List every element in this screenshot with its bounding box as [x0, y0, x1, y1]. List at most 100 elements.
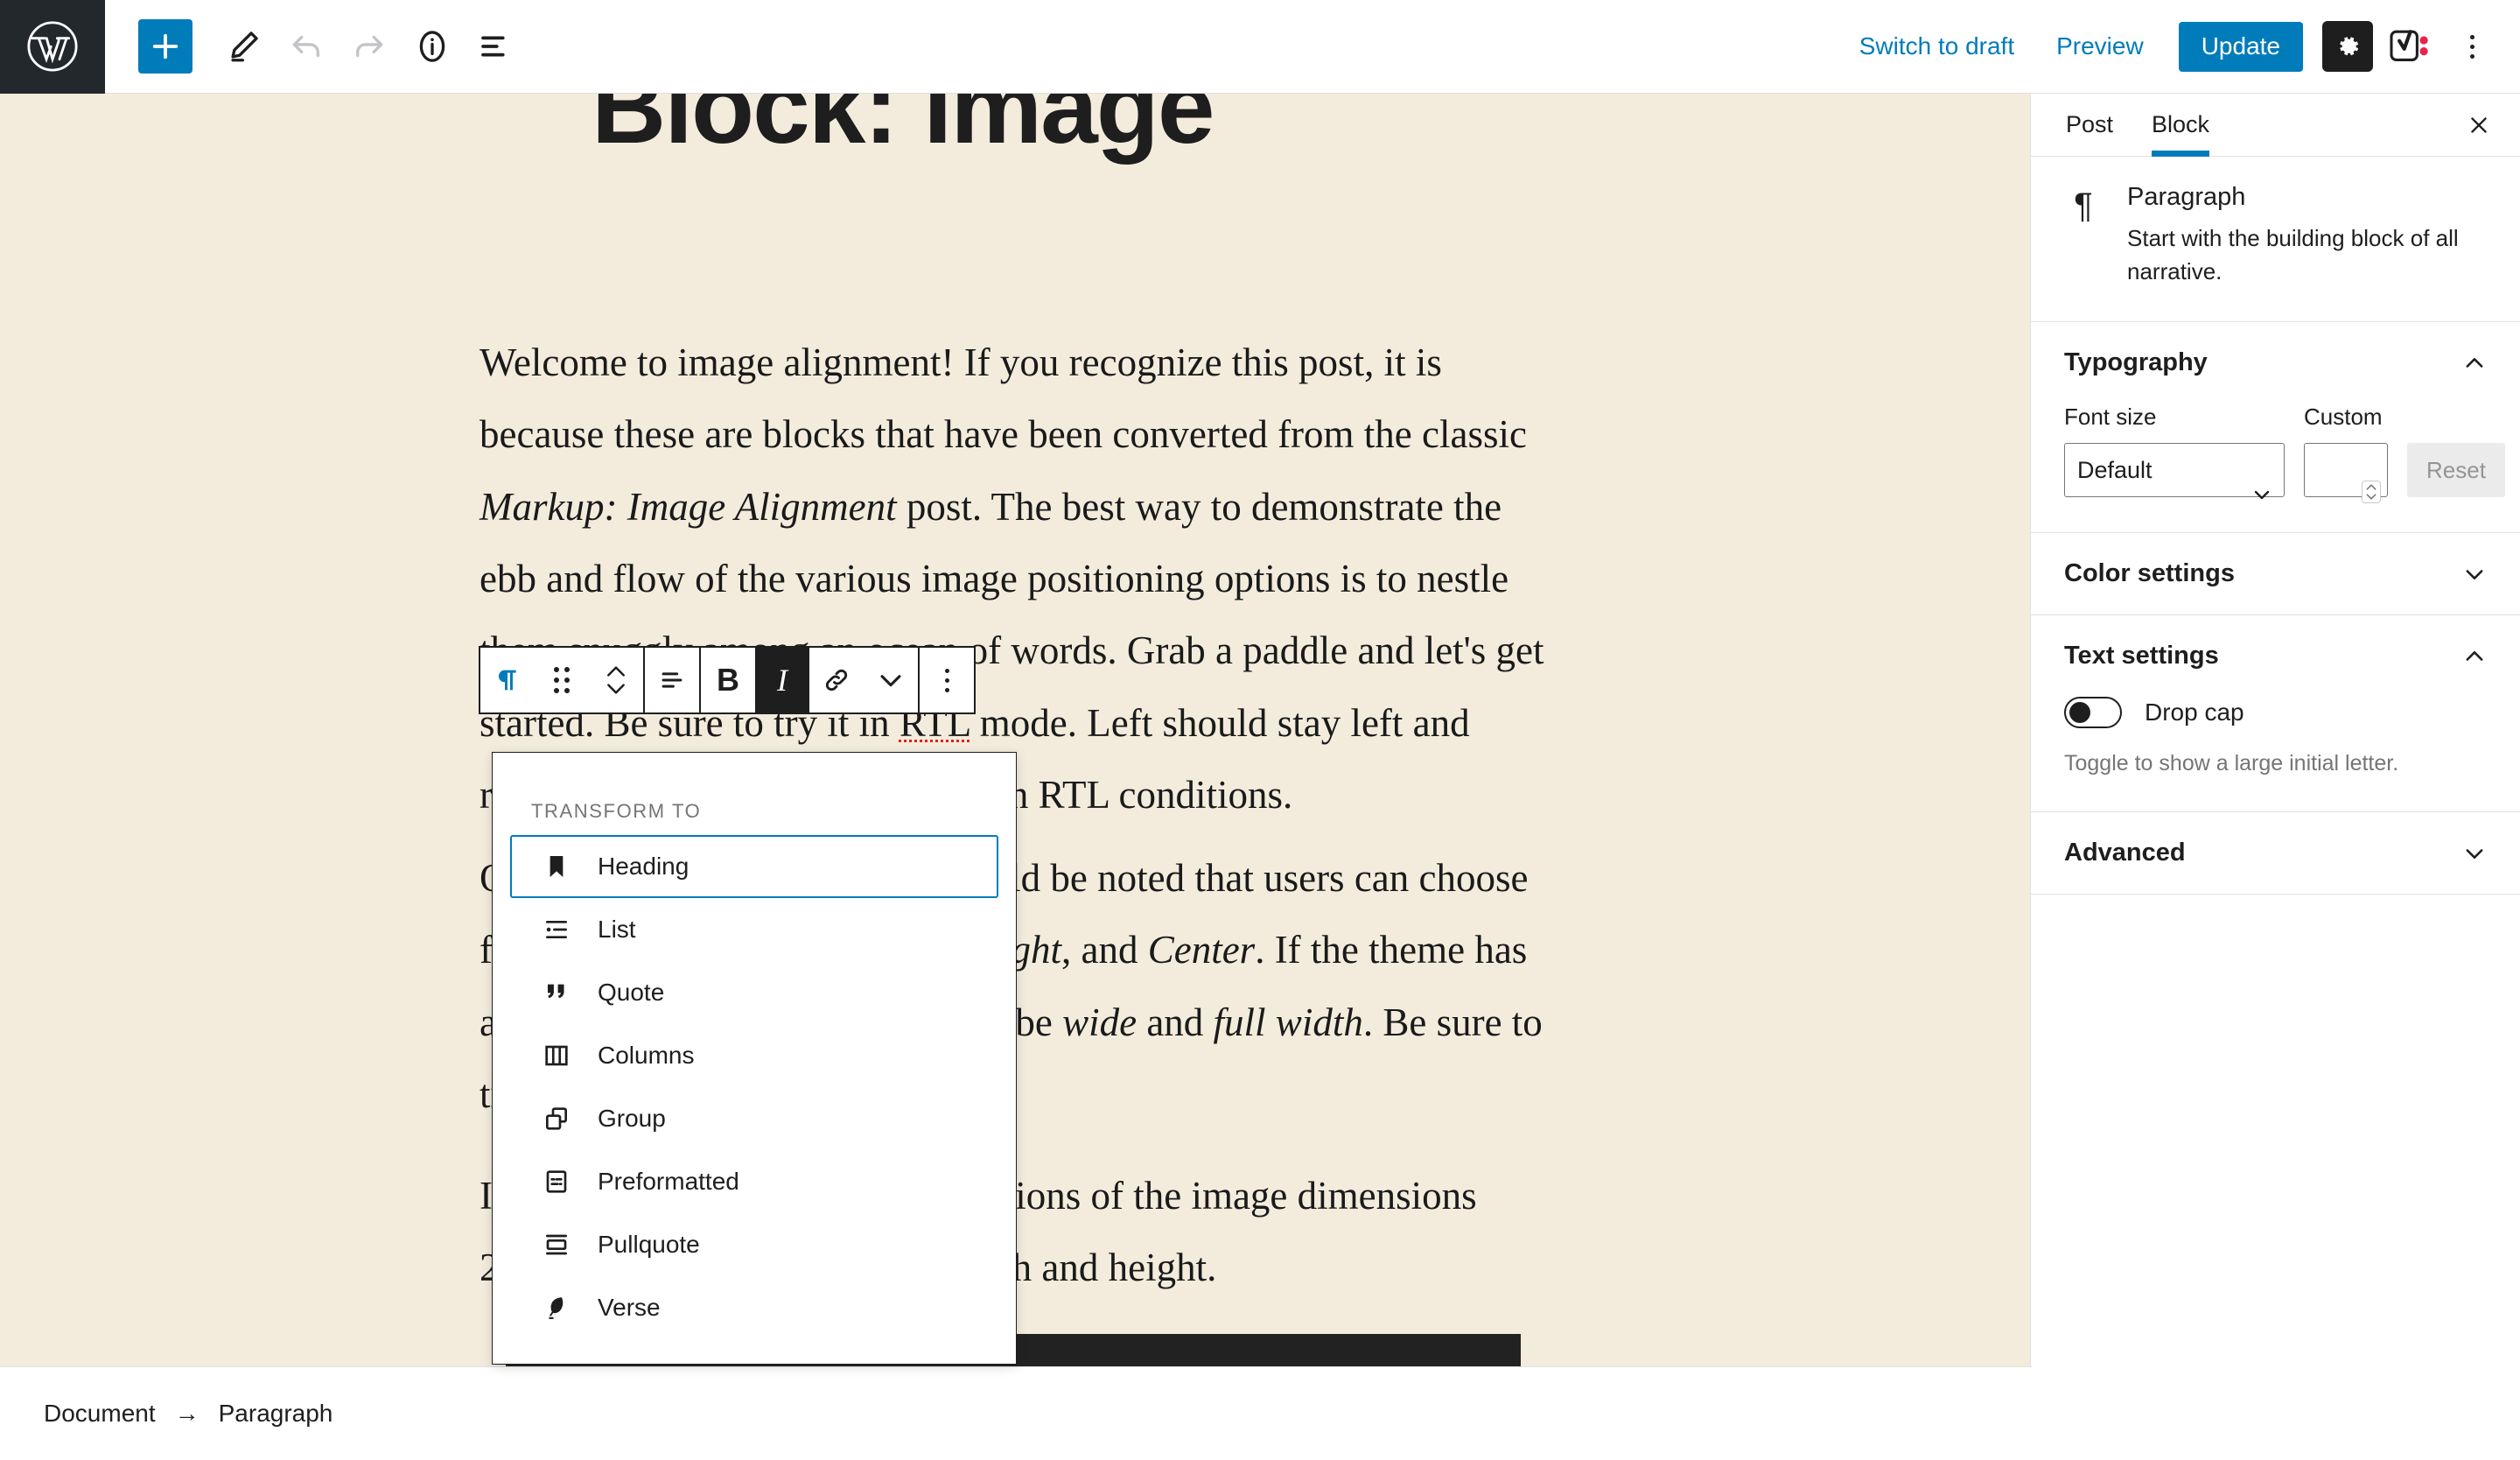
drop-cap-help-text: Toggle to show a large initial letter. — [2064, 751, 2399, 776]
transform-option-label: List — [598, 916, 636, 943]
link-icon — [825, 669, 848, 691]
transform-option-verse[interactable]: Verse — [510, 1276, 998, 1339]
chevron-up-icon — [2466, 357, 2483, 368]
pilcrow-icon — [498, 670, 516, 691]
panel-color-settings: Color settings — [2031, 533, 2520, 616]
drop-cap-toggle[interactable] — [2064, 697, 2122, 729]
font-size-field: Font size Default — [2064, 404, 2285, 500]
sidebar-tabs: Post Block — [2031, 94, 2520, 157]
list-view-button[interactable] — [464, 15, 527, 78]
quantity-stepper[interactable] — [2362, 480, 2381, 503]
switch-to-draft-button[interactable]: Switch to draft — [1838, 32, 2035, 60]
transform-to-label: TRANSFORM TO — [531, 800, 702, 822]
breadcrumb-separator: → — [174, 1400, 200, 1427]
transform-option-label: Verse — [598, 1294, 661, 1321]
link-button[interactable] — [809, 648, 864, 712]
ellipsis-vertical-icon[interactable] — [2446, 21, 2497, 72]
more-rich-text-button[interactable] — [864, 648, 918, 712]
tab-post[interactable]: Post — [2047, 94, 2132, 157]
edit-mode-button[interactable] — [212, 15, 275, 78]
chevron-up-down-icon — [605, 664, 627, 696]
quote-marks-icon — [542, 978, 571, 1007]
custom-size-label: Custom — [2304, 404, 2383, 431]
bookmark-heading-icon — [542, 852, 571, 881]
align-text-button[interactable] — [645, 648, 699, 712]
panel-text-settings-header[interactable]: Text settings — [2031, 615, 2520, 697]
move-up-down-button[interactable] — [589, 648, 643, 712]
chevron-down-icon — [880, 675, 901, 687]
details-button[interactable] — [401, 15, 464, 78]
font-size-select[interactable]: Default — [2064, 443, 2285, 498]
undo-button[interactable] — [275, 15, 338, 78]
feather-verse-icon — [542, 1293, 571, 1323]
panel-typography: Typography Font size Default Custom Rese… — [2031, 322, 2520, 534]
panel-typography-body: Font size Default Custom Reset — [2031, 404, 2520, 532]
transform-option-label: Pullquote — [598, 1231, 700, 1258]
custom-size-field: Custom — [2304, 404, 2388, 503]
breadcrumb-item-document[interactable]: Document — [44, 1400, 156, 1428]
p2-em-5: wide — [1062, 1000, 1138, 1044]
bulleted-list-icon — [542, 915, 571, 944]
panel-typography-header[interactable]: Typography — [2031, 322, 2520, 404]
yoast-seo-icon[interactable] — [2382, 21, 2438, 72]
custom-size-input-wrap — [2304, 443, 2388, 503]
transform-to-popover: TRANSFORM TO Heading List Quote Columns … — [492, 752, 1017, 1365]
drop-cap-label: Drop cap — [2145, 698, 2244, 726]
p2-em-4: Center — [1147, 928, 1256, 972]
transform-option-label: Group — [598, 1105, 666, 1132]
font-size-select-wrap: Default — [2064, 443, 2285, 500]
gear-icon[interactable] — [2322, 21, 2373, 72]
close-icon[interactable] — [2454, 100, 2504, 151]
toolbar-group-align — [645, 648, 701, 712]
add-block-button[interactable] — [138, 19, 192, 74]
ellipsis-dots — [2469, 34, 2474, 59]
transform-option-heading[interactable]: Heading — [510, 835, 998, 898]
breadcrumb: Document → Paragraph — [0, 1366, 2032, 1460]
block-card: ¶ Paragraph Start with the building bloc… — [2031, 157, 2520, 323]
columns-icon — [542, 1041, 571, 1070]
italic-icon: I — [777, 663, 788, 698]
preformatted-icon — [542, 1167, 571, 1197]
p1-run-1: Welcome to image alignment! If you recog… — [480, 340, 1527, 457]
toolbar-group-format: B I — [701, 648, 920, 712]
pilcrow-icon: ¶ — [2074, 186, 2093, 225]
italic-button[interactable]: I — [755, 648, 809, 712]
bold-button[interactable]: B — [701, 648, 755, 712]
tab-block[interactable]: Block — [2132, 94, 2229, 157]
block-options-button[interactable] — [920, 648, 974, 712]
panel-advanced-header[interactable]: Advanced — [2031, 812, 2520, 894]
p2-em-6: full width — [1213, 1000, 1363, 1044]
preview-button[interactable]: Preview — [2035, 32, 2165, 60]
block-card-title: Paragraph — [2127, 183, 2246, 211]
breadcrumb-item-paragraph[interactable]: Paragraph — [219, 1400, 333, 1428]
transform-option-pullquote[interactable]: Pullquote — [510, 1213, 998, 1276]
transform-option-preformatted[interactable]: Preformatted — [510, 1150, 998, 1213]
panel-color-settings-header[interactable]: Color settings — [2031, 533, 2520, 614]
group-stack-icon — [542, 1104, 571, 1134]
transform-option-group[interactable]: Group — [510, 1087, 998, 1150]
transform-option-list[interactable]: List — [510, 898, 998, 961]
transform-option-label: Preformatted — [598, 1168, 739, 1195]
block-card-description: Start with the building block of all nar… — [2127, 225, 2459, 284]
transform-option-columns[interactable]: Columns — [510, 1024, 998, 1087]
panel-title: Color settings — [2064, 559, 2235, 588]
top-bar-left-tools — [105, 15, 527, 78]
redo-button[interactable] — [338, 15, 401, 78]
p1-em-1: Markup: Image Alignment — [480, 484, 897, 529]
pullquote-icon — [542, 1230, 571, 1260]
panel-text-settings-body: Drop cap Toggle to show a large initial … — [2031, 697, 2520, 811]
chevron-up-icon — [2466, 650, 2483, 661]
reset-button[interactable]: Reset — [2407, 443, 2505, 498]
chevron-down-icon — [2466, 570, 2483, 579]
update-button[interactable]: Update — [2178, 21, 2303, 72]
panel-title: Advanced — [2064, 839, 2186, 867]
ellipsis-vertical-icon — [944, 668, 949, 692]
block-settings-sidebar: Post Block ¶ Paragraph Start with the bu… — [2030, 94, 2520, 1366]
drag-handle-button[interactable] — [535, 648, 589, 712]
block-type-paragraph-button[interactable] — [480, 648, 535, 712]
bold-icon: B — [717, 662, 739, 698]
page-title[interactable]: Block: Image — [592, 94, 1214, 167]
transform-option-label: Columns — [598, 1042, 695, 1069]
wordpress-logo-icon[interactable] — [0, 0, 105, 94]
transform-option-quote[interactable]: Quote — [510, 961, 998, 1024]
